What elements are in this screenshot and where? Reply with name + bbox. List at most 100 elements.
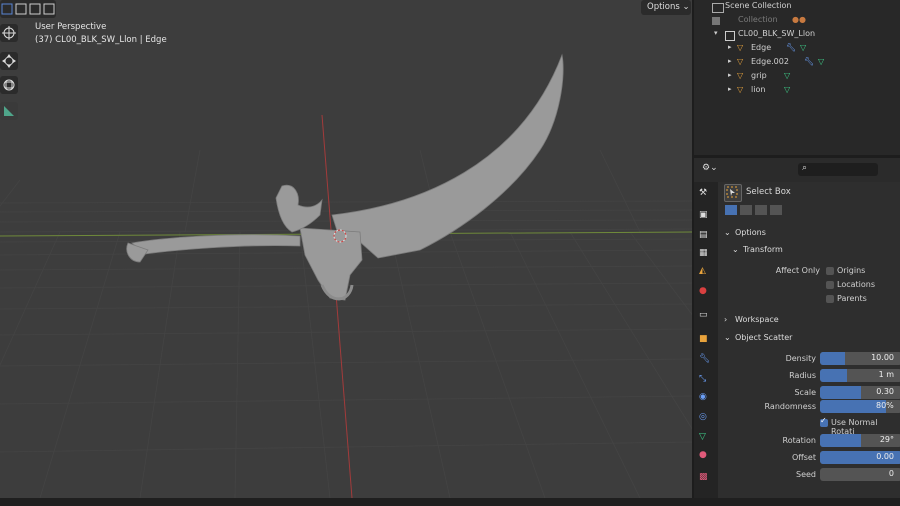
status-bar (0, 498, 900, 506)
modifier-tab-icon[interactable]: 🔧︎ (699, 354, 713, 368)
object-scatter-section-label: Object Scatter (735, 333, 793, 342)
radius-value: 1 m (878, 370, 894, 379)
measure-tool-icon[interactable] (0, 102, 18, 120)
select-box-icon (724, 184, 742, 202)
object-info-label: (37) CL00_BLK_SW_Llon | Edge (35, 35, 167, 45)
seed-field[interactable]: 0 (820, 468, 900, 481)
density-fill (820, 352, 845, 365)
options-dropdown[interactable]: Options ⌄ (641, 0, 691, 15)
editor-type-icon[interactable]: ⚙︎⌄ (702, 163, 720, 175)
options-section-header[interactable]: ⌄ Options (724, 226, 900, 242)
parents-checkbox[interactable] (826, 295, 834, 303)
chevron-down-icon: ▾ (714, 29, 718, 37)
workspace-section-header[interactable]: › Workspace (724, 313, 900, 329)
chevron-right-icon: ▸ (728, 57, 732, 65)
physics-tab-icon[interactable]: ◉ (699, 392, 713, 406)
locations-checkbox[interactable] (826, 281, 834, 289)
radius-fill (820, 369, 848, 382)
origins-checkbox[interactable] (826, 267, 834, 275)
options-label: Options (647, 2, 680, 12)
offset-label: Offset (791, 453, 816, 462)
outliner-item-grip[interactable]: ▸ ▽ grip ▽ (694, 70, 900, 84)
collection-icon (712, 3, 724, 13)
view-layer-tab-icon[interactable]: ▦ (699, 248, 713, 262)
scale-fill (820, 386, 861, 399)
object-scatter-section-header[interactable]: ⌄ Object Scatter (724, 331, 900, 347)
collection-icon (725, 31, 735, 41)
rotation-field[interactable]: 29° (820, 434, 900, 447)
chevron-down-icon: ⌄ (724, 228, 731, 237)
properties-tabs: ⚒︎ ▣ ▤ ▦ ◭ ● ▭ ■ 🔧︎ ⤡ ◉ ◎ ▽ ● ▩ (694, 182, 718, 498)
transform-tool-icon[interactable] (0, 76, 18, 94)
offset-field[interactable]: 0.00 (820, 451, 900, 464)
locations-label: Locations (837, 280, 876, 289)
chevron-down-icon: ⌄ (724, 333, 731, 342)
chevron-right-icon: ▸ (728, 85, 732, 93)
data-tab-icon[interactable]: ▽ (699, 432, 713, 446)
wrench-icon: 🔧︎ (786, 43, 797, 52)
seed-label: Seed (796, 470, 816, 479)
randomness-value: 80% (876, 401, 894, 410)
outliner-item-edge[interactable]: ▸ ▽ Edge 🔧︎ ▽ (694, 42, 900, 56)
chevron-down-icon: ⌄ (682, 2, 690, 12)
transform-section-label: Transform (743, 245, 783, 254)
affect-only-label: Affect Only (775, 266, 820, 275)
collection-tab-icon[interactable]: ▭ (699, 310, 713, 324)
collection-label: Collection (738, 15, 778, 24)
mesh-icon: ▽ (818, 57, 825, 66)
world-tab-icon[interactable]: ● (699, 286, 713, 300)
texture-tab-icon[interactable]: ▩ (699, 472, 713, 486)
search-icon: ⌕ (802, 163, 808, 173)
particles-tab-icon[interactable]: ⤡ (699, 374, 713, 388)
collection-icon (712, 17, 720, 25)
render-tab-icon[interactable]: ▣ (699, 210, 713, 224)
mesh-icon: ▽ (800, 43, 807, 52)
options-section-label: Options (735, 228, 766, 237)
rotation-label: Rotation (782, 436, 816, 445)
properties-body: Select Box ⌄ Options ⌄ Transform Affect … (718, 182, 900, 498)
scene-tab-icon[interactable]: ◭ (699, 266, 713, 280)
chevron-right-icon: › (724, 315, 728, 324)
cursor-tool-icon[interactable] (0, 24, 18, 42)
collection-row[interactable]: Collection ●● (694, 14, 900, 28)
check-icon: ✓ (820, 416, 827, 425)
outliner-panel[interactable]: Scene Collection Collection ●● ▾ CL00_BL… (694, 0, 900, 155)
selection-mode-buttons[interactable] (724, 204, 788, 216)
rotation-fill (820, 434, 861, 447)
root-object-label: CL00_BLK_SW_Llon (738, 29, 816, 38)
offset-value: 0.00 (876, 452, 894, 461)
tool-tab-icon[interactable]: ⚒︎ (699, 188, 713, 202)
tool-name-label: Select Box (746, 187, 791, 197)
radius-field[interactable]: 1 m (820, 369, 900, 382)
scale-field[interactable]: 0.30 (820, 386, 900, 399)
transform-section-header[interactable]: ⌄ Transform (732, 243, 900, 259)
randomness-field[interactable]: 80% (820, 400, 900, 413)
select-mode-toolbar[interactable] (0, 0, 56, 18)
viewport-grid (0, 53, 692, 498)
constraints-tab-icon[interactable]: ◎ (699, 412, 713, 426)
material-tab-icon[interactable]: ● (699, 450, 713, 464)
move-tool-icon[interactable] (0, 52, 18, 70)
object-icon: ▽ (737, 43, 744, 52)
outliner-item-edge002[interactable]: ▸ ▽ Edge.002 🔧︎ ▽ (694, 56, 900, 70)
outliner-item-label: Edge (751, 43, 772, 52)
parents-label: Parents (837, 294, 867, 303)
3d-viewport[interactable]: User Perspective (37) CL00_BLK_SW_Llon |… (0, 0, 692, 498)
scale-value: 0.30 (876, 387, 894, 396)
outliner-item-lion[interactable]: ▸ ▽ lion ▽ (694, 84, 900, 98)
chevron-right-icon: ▸ (728, 71, 732, 79)
object-tab-icon[interactable]: ■ (699, 334, 713, 348)
object-icon: ▽ (737, 71, 744, 80)
output-tab-icon[interactable]: ▤ (699, 230, 713, 244)
root-object-row[interactable]: ▾ CL00_BLK_SW_Llon (694, 28, 900, 42)
chevron-right-icon: ▸ (728, 43, 732, 51)
properties-search-input[interactable]: ⌕ (798, 163, 878, 176)
outliner-item-label: lion (751, 85, 766, 94)
scene-collection-row[interactable]: Scene Collection (694, 0, 900, 14)
radius-label: Radius (789, 371, 816, 380)
outliner-item-label: grip (751, 71, 767, 80)
rotation-value: 29° (879, 435, 894, 444)
wrench-icon: 🔧︎ (804, 57, 815, 66)
density-field[interactable]: 10.00 (820, 352, 900, 365)
use-normal-rotation-checkbox[interactable]: ✓ (820, 416, 828, 427)
